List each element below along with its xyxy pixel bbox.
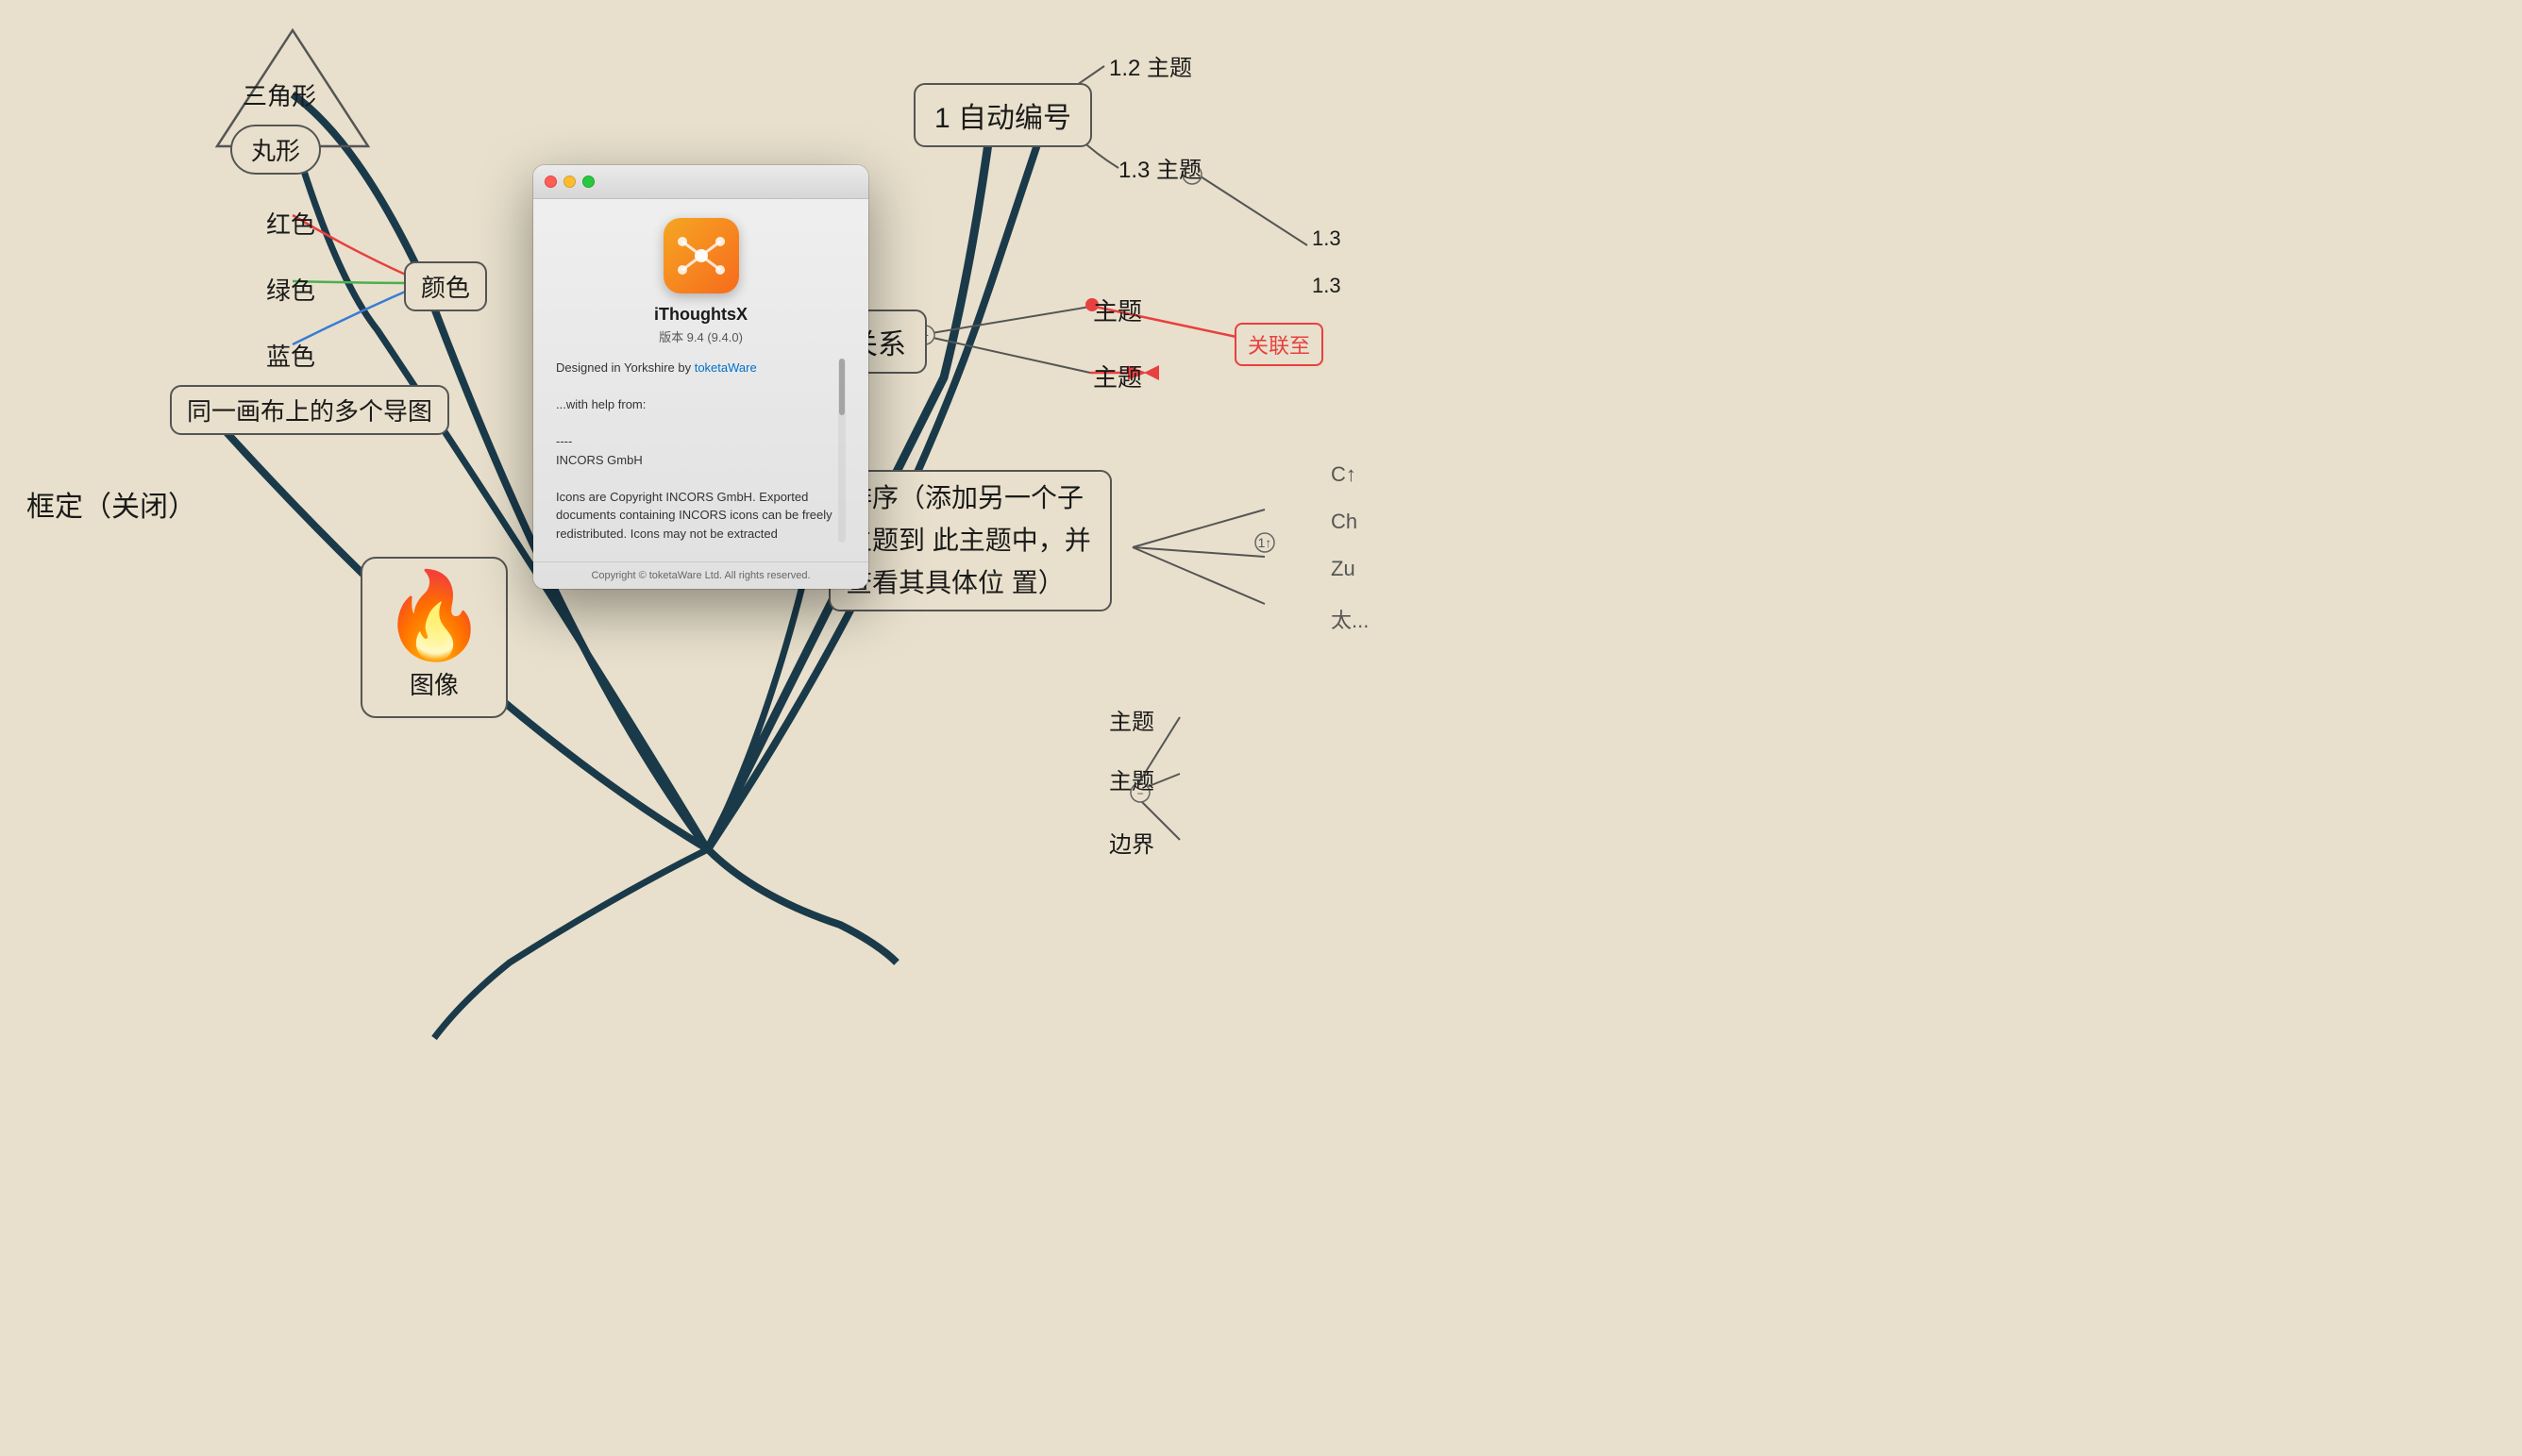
svg-text:1↑: 1↑	[1258, 535, 1272, 550]
dialog-content: iThoughtsX 版本 9.4 (9.4.0) Designed in Yo…	[533, 199, 868, 561]
toketa-ware-link[interactable]: toketaWare	[695, 360, 757, 375]
dialog-scrollable[interactable]: Designed in Yorkshire by toketaWare ...w…	[556, 359, 846, 543]
app-version: 版本 9.4 (9.4.0)	[659, 327, 743, 345]
triangle-label: 三角形	[243, 77, 316, 112]
sort-sub-2: Ch	[1331, 510, 1357, 534]
icons-text: Icons are Copyright INCORS GmbH. Exporte…	[556, 488, 846, 544]
app-name: iThoughtsX	[654, 305, 748, 325]
sort-sub-1: C↑	[1331, 462, 1356, 487]
red-color-label: 红色	[266, 206, 315, 241]
green-color-label: 绿色	[266, 272, 315, 307]
help-text: ...with help from:	[556, 395, 846, 414]
num-1-3a-label: 1.3 主题	[1118, 151, 1202, 184]
maximize-button[interactable]	[582, 176, 595, 188]
sort-sub-3: Zu	[1331, 557, 1355, 581]
color-node[interactable]: 颜色	[404, 261, 487, 311]
flame-icon: 🔥	[381, 574, 487, 659]
credits-company: INCORS GmbH	[556, 451, 846, 470]
num-1-3b-label: 1.3	[1312, 226, 1341, 251]
bottom-topic-3: 边界	[1109, 826, 1154, 859]
topic-label-2: 主题	[1093, 359, 1142, 393]
credits-separator: ----	[556, 432, 846, 451]
dialog-body: Designed in Yorkshire by toketaWare ...w…	[556, 359, 846, 543]
scrollbar-track	[838, 359, 846, 543]
copyright-text: Copyright © toketaWare Ltd. All rights r…	[591, 570, 810, 581]
about-dialog: iThoughtsX 版本 9.4 (9.4.0) Designed in Yo…	[533, 165, 868, 589]
bottom-topic-1: 主题	[1109, 703, 1154, 736]
dialog-titlebar	[533, 165, 868, 199]
topic-label-1: 主题	[1093, 293, 1142, 327]
circle-node[interactable]: 丸形	[230, 125, 321, 175]
scrollbar-thumb[interactable]	[839, 359, 845, 415]
bottom-topic-2: 主题	[1109, 762, 1154, 795]
num-1-3c-label: 1.3	[1312, 274, 1341, 298]
auto-number-node[interactable]: 1 自动编号	[914, 83, 1092, 147]
designed-by-prefix: Designed in Yorkshire by	[556, 360, 695, 375]
blue-color-label: 蓝色	[266, 338, 315, 373]
frame-label: 框定（关闭）	[26, 483, 196, 525]
multi-map-node[interactable]: 同一画布上的多个导图	[170, 385, 449, 435]
dialog-footer: Copyright © toketaWare Ltd. All rights r…	[533, 561, 868, 589]
image-node[interactable]: 🔥 图像	[361, 557, 508, 718]
sort-node[interactable]: 排序（添加另一个子主题到 此主题中，并查看其具体位 置）	[829, 470, 1112, 611]
num-1-2-label: 1.2 主题	[1109, 49, 1192, 82]
image-label: 图像	[410, 666, 459, 701]
close-button[interactable]	[545, 176, 557, 188]
sort-sub-4: 太...	[1331, 604, 1369, 634]
app-icon	[664, 218, 739, 293]
related-to-box: 关联至	[1235, 323, 1323, 366]
minimize-button[interactable]	[563, 176, 576, 188]
